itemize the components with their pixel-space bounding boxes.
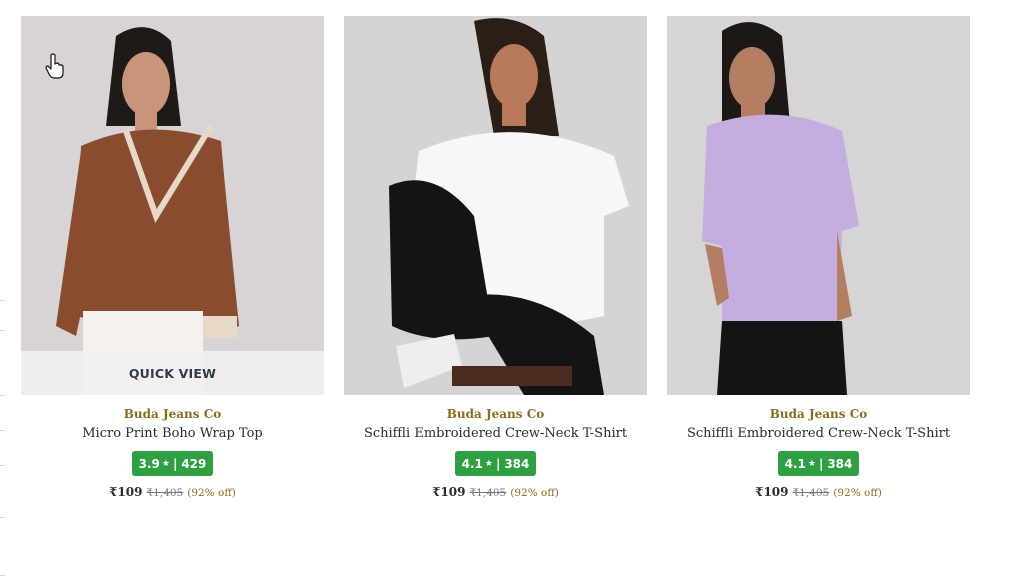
product-brand[interactable]: Buda Jeans Co: [124, 407, 222, 421]
rating-value: 4.1: [784, 456, 806, 471]
edge-divider: [0, 330, 5, 331]
rating-value: 3.9: [138, 456, 160, 471]
quick-view-button[interactable]: QUICK VIEW: [21, 351, 324, 395]
original-price: ₹1,405: [146, 487, 184, 499]
product-grid: QUICK VIEW Buda Jeans Co Micro Print Boh…: [21, 16, 970, 499]
model-photo: [667, 16, 970, 395]
rating-badge: 4.1 ★ | 384: [454, 451, 537, 476]
original-price: ₹1,405: [792, 487, 830, 499]
price-row: ₹109 ₹1,405 (92% off): [432, 485, 559, 499]
rating-separator: |: [495, 456, 501, 471]
product-card[interactable]: Buda Jeans Co Schiffli Embroidered Crew-…: [667, 16, 970, 499]
rating-separator: |: [818, 456, 824, 471]
product-image[interactable]: [344, 16, 647, 395]
edge-divider: [0, 517, 5, 518]
product-image[interactable]: [667, 16, 970, 395]
product-image[interactable]: QUICK VIEW: [21, 16, 324, 395]
star-icon: ★: [484, 458, 493, 469]
star-icon: ★: [807, 458, 816, 469]
review-count: 384: [827, 456, 853, 471]
edge-divider: [0, 430, 5, 431]
sale-price: ₹109: [432, 485, 466, 499]
edge-divider: [0, 575, 5, 576]
discount-label: (92% off): [510, 487, 559, 499]
rating-badge: 3.9 ★ | 429: [131, 451, 214, 476]
product-card[interactable]: QUICK VIEW Buda Jeans Co Micro Print Boh…: [21, 16, 324, 499]
product-brand[interactable]: Buda Jeans Co: [447, 407, 545, 421]
original-price: ₹1,405: [469, 487, 507, 499]
edge-divider: [0, 395, 5, 396]
review-count: 384: [504, 456, 530, 471]
rating-separator: |: [172, 456, 178, 471]
model-photo: [344, 16, 647, 395]
review-count: 429: [181, 456, 207, 471]
sale-price: ₹109: [109, 485, 143, 499]
edge-divider: [0, 465, 5, 466]
discount-label: (92% off): [187, 487, 236, 499]
price-row: ₹109 ₹1,405 (92% off): [755, 485, 882, 499]
edge-divider: [0, 300, 5, 301]
product-name[interactable]: Schiffli Embroidered Crew-Neck T-Shirt: [364, 426, 627, 441]
price-row: ₹109 ₹1,405 (92% off): [109, 485, 236, 499]
product-name[interactable]: Micro Print Boho Wrap Top: [82, 426, 263, 441]
model-photo: [21, 16, 324, 395]
product-name[interactable]: Schiffli Embroidered Crew-Neck T-Shirt: [687, 426, 950, 441]
star-icon: ★: [161, 458, 170, 469]
sale-price: ₹109: [755, 485, 789, 499]
product-brand[interactable]: Buda Jeans Co: [770, 407, 868, 421]
product-card[interactable]: Buda Jeans Co Schiffli Embroidered Crew-…: [344, 16, 647, 499]
rating-badge: 4.1 ★ | 384: [777, 451, 860, 476]
hand-cursor-icon: [45, 53, 64, 79]
rating-value: 4.1: [461, 456, 483, 471]
discount-label: (92% off): [833, 487, 882, 499]
